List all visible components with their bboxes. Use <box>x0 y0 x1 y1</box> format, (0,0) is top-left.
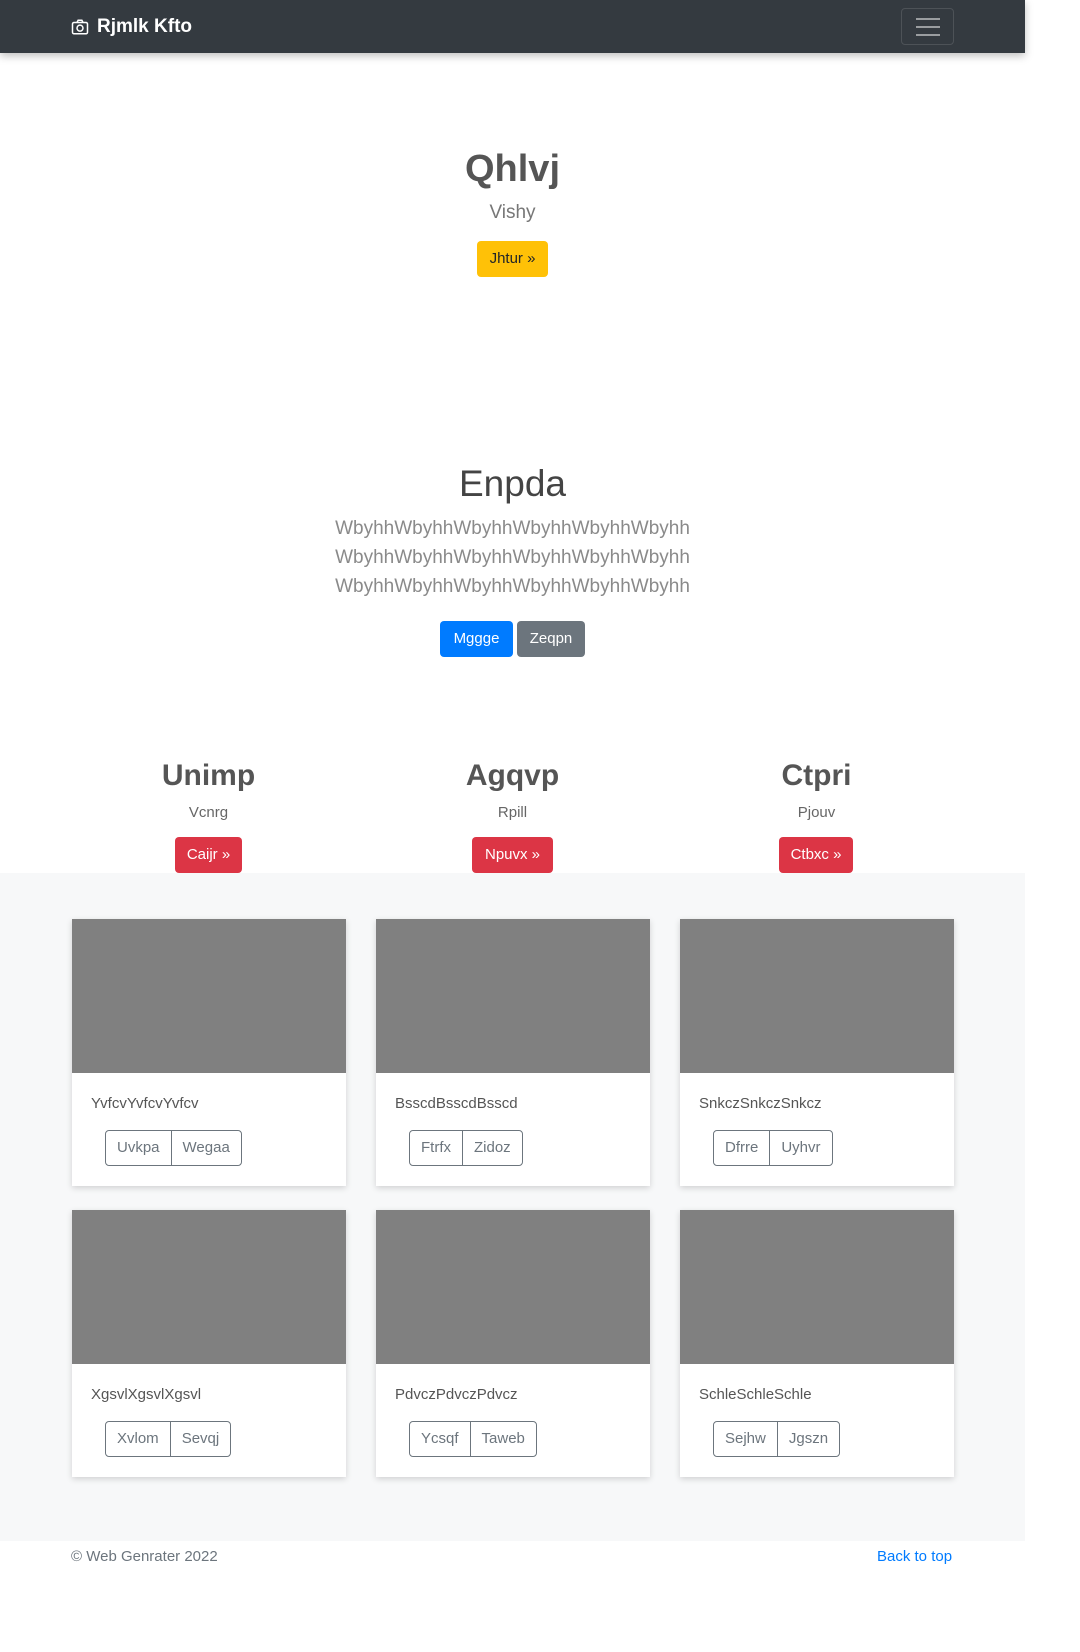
card-view-button[interactable]: Xvlom <box>106 1422 171 1456</box>
card-button-group: Dfrre Uyhvr <box>713 1130 833 1166</box>
card-view-button[interactable]: Ftrfx <box>410 1131 463 1165</box>
brand-label: Rjmlk Kfto <box>97 16 192 37</box>
feature-text: Rpill <box>497 804 528 821</box>
navbar-toggler-button[interactable] <box>901 8 954 45</box>
navbar: Rjmlk Kfto <box>0 0 1025 53</box>
card-thumbnail <box>72 1210 346 1364</box>
jumbotron-title: Enpda <box>459 463 566 504</box>
album-card: PdvczPdvczPdvcz Ycsqf Taweb <box>376 1210 650 1477</box>
feature-column: Ctpri Pjouv <box>664 756 969 824</box>
secondary-action-button[interactable]: Zeqpn <box>517 621 585 657</box>
card-text: SnkczSnkczSnkcz <box>699 1095 822 1112</box>
feature-button[interactable]: Npuvx » <box>472 837 553 873</box>
feature-column: Agqvp Rpill <box>360 756 665 824</box>
album-card: BsscdBsscdBsscd Ftrfx Zidoz <box>376 919 650 1186</box>
jumbotron-lead-line: WbyhhWbyhhWbyhhWbyhhWbyhhWbyhh <box>335 576 690 597</box>
hamburger-menu-icon <box>915 17 940 20</box>
card-button-group: Ycsqf Taweb <box>409 1421 537 1457</box>
feature-title: Ctpri <box>781 759 852 792</box>
card-edit-button[interactable]: Jgszn <box>777 1422 840 1456</box>
feature-button[interactable]: Caijr » <box>175 837 242 873</box>
card-button-group: Sejhw Jgszn <box>713 1421 841 1457</box>
card-edit-button[interactable]: Uyhvr <box>770 1131 832 1165</box>
album-section: YvfcvYvfcvYvfcv Uvkpa Wegaa BsscdBsscdBs… <box>0 873 1025 1541</box>
feature-text: Vcnrg <box>188 804 229 821</box>
card-edit-button[interactable]: Wegaa <box>171 1131 241 1165</box>
card-view-button[interactable]: Dfrre <box>714 1131 771 1165</box>
jumbotron-lead-line: WbyhhWbyhhWbyhhWbyhhWbyhhWbyhh <box>335 518 690 539</box>
back-to-top-link[interactable]: Back to top <box>877 1547 952 1567</box>
hero-subtitle: Vishy <box>489 202 536 223</box>
camera-icon <box>71 19 89 35</box>
footer-copyright: © Web Genrater 2022 <box>71 1548 218 1565</box>
album-card: YvfcvYvfcvYvfcv Uvkpa Wegaa <box>72 919 346 1186</box>
card-text: SchleSchleSchle <box>699 1386 812 1403</box>
primary-action-button[interactable]: Mggge <box>440 621 513 657</box>
card-view-button[interactable]: Sejhw <box>714 1422 778 1456</box>
album-card: SnkczSnkczSnkcz Dfrre Uyhvr <box>680 919 954 1186</box>
card-edit-button[interactable]: Zidoz <box>463 1131 522 1165</box>
card-edit-button[interactable]: Taweb <box>470 1422 536 1456</box>
card-text: PdvczPdvczPdvcz <box>395 1386 518 1403</box>
card-view-button[interactable]: Ycsqf <box>410 1422 471 1456</box>
card-edit-button[interactable]: Sevqj <box>170 1422 231 1456</box>
brand-link[interactable]: Rjmlk Kfto <box>71 15 192 39</box>
card-thumbnail <box>680 1210 954 1364</box>
card-text: BsscdBsscdBsscd <box>395 1095 518 1112</box>
card-thumbnail <box>680 919 954 1073</box>
feature-column: Unimp Vcnrg <box>56 756 361 824</box>
hero-button[interactable]: Jhtur » <box>477 241 548 277</box>
jumbotron-lead-line: WbyhhWbyhhWbyhhWbyhhWbyhhWbyhh <box>335 547 690 568</box>
card-button-group: Ftrfx Zidoz <box>409 1130 523 1166</box>
card-text: XgsvlXgsvlXgsvl <box>91 1386 202 1403</box>
card-button-group: Xvlom Sevqj <box>105 1421 232 1457</box>
hero-title: Qhlvj <box>464 148 561 190</box>
album-card: SchleSchleSchle Sejhw Jgszn <box>680 1210 954 1477</box>
card-thumbnail <box>376 1210 650 1364</box>
card-text: YvfcvYvfcvYvfcv <box>91 1095 199 1112</box>
card-view-button[interactable]: Uvkpa <box>106 1131 172 1165</box>
feature-title: Agqvp <box>465 759 560 792</box>
card-button-group: Uvkpa Wegaa <box>105 1130 242 1166</box>
album-card: XgsvlXgsvlXgsvl Xvlom Sevqj <box>72 1210 346 1477</box>
card-thumbnail <box>376 919 650 1073</box>
feature-text: Pjouv <box>797 804 836 821</box>
card-thumbnail <box>72 919 346 1073</box>
feature-button[interactable]: Ctbxc » <box>779 837 853 873</box>
feature-title: Unimp <box>161 759 256 792</box>
jumbotron-lead: WbyhhWbyhhWbyhhWbyhhWbyhhWbyhh WbyhhWbyh… <box>0 514 1025 601</box>
